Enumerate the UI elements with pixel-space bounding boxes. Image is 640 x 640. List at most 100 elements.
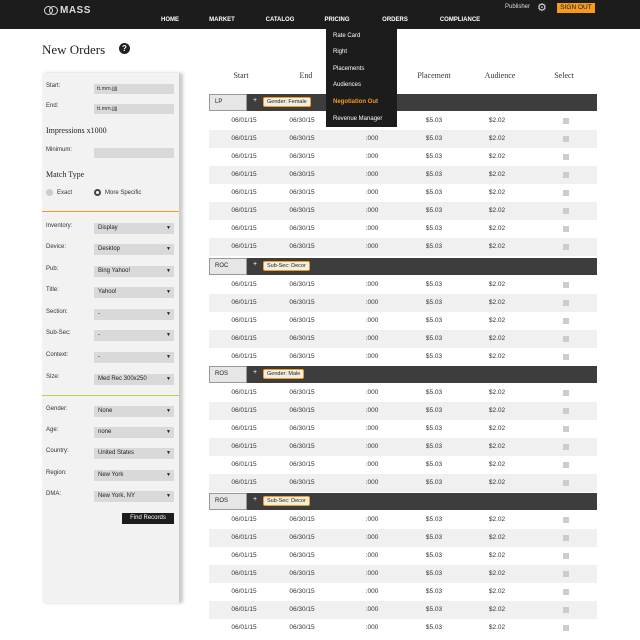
title-select[interactable]: Yahoo! ▼: [94, 287, 174, 298]
cell-audience: $2.02: [488, 606, 506, 613]
menu-item-right[interactable]: Right: [333, 49, 347, 55]
cell-end: 06/30/15: [289, 534, 315, 541]
select-checkbox[interactable]: [563, 426, 569, 432]
menu-item-audiences[interactable]: Audiences: [333, 82, 361, 88]
header-placement[interactable]: Placement: [404, 71, 464, 80]
group-header[interactable]: ROC + Sub-Sec: Decor: [209, 258, 597, 275]
select-checkbox[interactable]: [563, 517, 569, 523]
filter-tag[interactable]: Gender: Female: [263, 97, 311, 107]
pub-label: Pub:: [46, 266, 59, 272]
start-date-input[interactable]: tt.mm.jjjj: [94, 84, 174, 94]
sign-out-button[interactable]: SIGN OUT: [557, 3, 595, 13]
gear-icon[interactable]: ⚙: [537, 1, 547, 14]
select-checkbox[interactable]: [563, 535, 569, 541]
select-checkbox[interactable]: [563, 390, 569, 396]
table-row: 06/01/15 06/30/15:000 $5.03 $2.02: [209, 583, 597, 601]
nav-pricing[interactable]: PRICING: [307, 17, 367, 23]
header-start[interactable]: Start: [211, 71, 271, 80]
plus-icon[interactable]: +: [253, 369, 257, 376]
age-select[interactable]: none ▼: [94, 427, 174, 438]
logo[interactable]: MASS: [44, 4, 91, 16]
filter-tag[interactable]: Gender: Male: [263, 369, 305, 379]
match-more-specific-radio[interactable]: More Specific: [94, 189, 141, 196]
filter-tag[interactable]: Sub-Sec: Decor: [263, 261, 310, 271]
header-select[interactable]: Select: [534, 71, 594, 80]
select-checkbox[interactable]: [563, 607, 569, 613]
select-checkbox[interactable]: [563, 318, 569, 324]
subsec-label: Sub-Sec:: [46, 330, 71, 336]
select-checkbox[interactable]: [563, 571, 569, 577]
cell-audience: $2.02: [488, 479, 506, 486]
menu-item-revenue-manager[interactable]: Revenue Manager: [333, 116, 382, 122]
select-checkbox[interactable]: [563, 354, 569, 360]
end-label: End:: [46, 103, 59, 109]
nav-orders[interactable]: ORDERS: [365, 17, 425, 23]
filter-tag[interactable]: Sub-Sec: Decor: [263, 496, 310, 506]
end-date-input[interactable]: tt.mm.jjjj: [94, 104, 174, 114]
cell-start: 06/01/15: [231, 117, 257, 124]
nav-catalog[interactable]: CATALOG: [250, 17, 310, 23]
group-header[interactable]: ROS + Sub-Sec: Decor: [209, 493, 597, 510]
select-checkbox[interactable]: [563, 625, 569, 631]
match-exact-radio[interactable]: Exact: [46, 189, 72, 196]
select-checkbox[interactable]: [563, 244, 569, 250]
context-select[interactable]: - ▼: [94, 352, 174, 363]
select-checkbox[interactable]: [563, 282, 569, 288]
select-checkbox[interactable]: [563, 553, 569, 559]
header-audience[interactable]: Audience: [470, 71, 530, 80]
cell-start: 06/01/15: [231, 624, 257, 631]
select-checkbox[interactable]: [563, 300, 569, 306]
dma-select[interactable]: New York, NY ▼: [94, 491, 174, 502]
menu-item-placements[interactable]: Placements: [333, 66, 364, 72]
select-checkbox[interactable]: [563, 208, 569, 214]
select-checkbox[interactable]: [563, 154, 569, 160]
select-checkbox[interactable]: [563, 462, 569, 468]
select-checkbox[interactable]: [563, 172, 569, 178]
minimum-input[interactable]: [94, 148, 174, 158]
select-checkbox[interactable]: [563, 118, 569, 124]
gender-select[interactable]: None ▼: [94, 406, 174, 417]
group-header[interactable]: ROS + Gender: Male: [209, 366, 597, 383]
nav-home[interactable]: HOME: [140, 17, 200, 23]
impressions-title: Impressions x1000: [46, 126, 107, 135]
cell-end: 06/30/15: [289, 389, 315, 396]
country-select[interactable]: United States ▼: [94, 448, 174, 459]
cell-start: 06/01/15: [231, 243, 257, 250]
select-checkbox[interactable]: [563, 136, 569, 142]
cell-audience: $2.02: [488, 189, 506, 196]
cell-placement: $5.03: [425, 425, 443, 432]
section-select[interactable]: - ▼: [94, 309, 174, 320]
menu-item-rate-card[interactable]: Rate Card: [333, 33, 360, 39]
select-checkbox[interactable]: [563, 480, 569, 486]
cell-end: 06/30/15: [289, 479, 315, 486]
plus-icon[interactable]: +: [253, 97, 257, 104]
section-divider: [42, 395, 179, 396]
device-select[interactable]: Desktop ▼: [94, 244, 174, 255]
menu-item-negotiation-out[interactable]: Negotiation Out: [333, 99, 378, 105]
select-checkbox[interactable]: [563, 444, 569, 450]
plus-icon[interactable]: +: [253, 496, 257, 503]
find-records-button[interactable]: Find Records: [122, 513, 174, 524]
filter-sidebar: Start: tt.mm.jjjj End: tt.mm.jjjj Impres…: [42, 73, 180, 603]
help-icon[interactable]: ?: [119, 43, 130, 54]
pub-select[interactable]: Bing Yahoo! ▼: [94, 266, 174, 277]
title-label: Title:: [46, 287, 59, 293]
cell-audience: $2.02: [488, 588, 506, 595]
select-checkbox[interactable]: [563, 190, 569, 196]
chevron-down-icon: ▼: [166, 376, 171, 382]
plus-icon[interactable]: +: [253, 261, 257, 268]
group-header[interactable]: LP + Gender: Female: [209, 94, 597, 111]
select-checkbox[interactable]: [563, 408, 569, 414]
cell-placement: $5.03: [425, 443, 443, 450]
size-select[interactable]: Med Rec 300x250 ▼: [94, 374, 174, 385]
cell-placement: $5.03: [425, 353, 443, 360]
select-checkbox[interactable]: [563, 226, 569, 232]
nav-market[interactable]: MARKET: [192, 17, 252, 23]
select-checkbox[interactable]: [563, 589, 569, 595]
cell-placement: $5.03: [425, 225, 443, 232]
nav-compliance[interactable]: COMPLIANCE: [430, 17, 490, 23]
inventory-select[interactable]: Display ▼: [94, 223, 174, 234]
select-checkbox[interactable]: [563, 336, 569, 342]
region-select[interactable]: New York ▼: [94, 470, 174, 481]
subsec-select[interactable]: - ▼: [94, 330, 174, 341]
